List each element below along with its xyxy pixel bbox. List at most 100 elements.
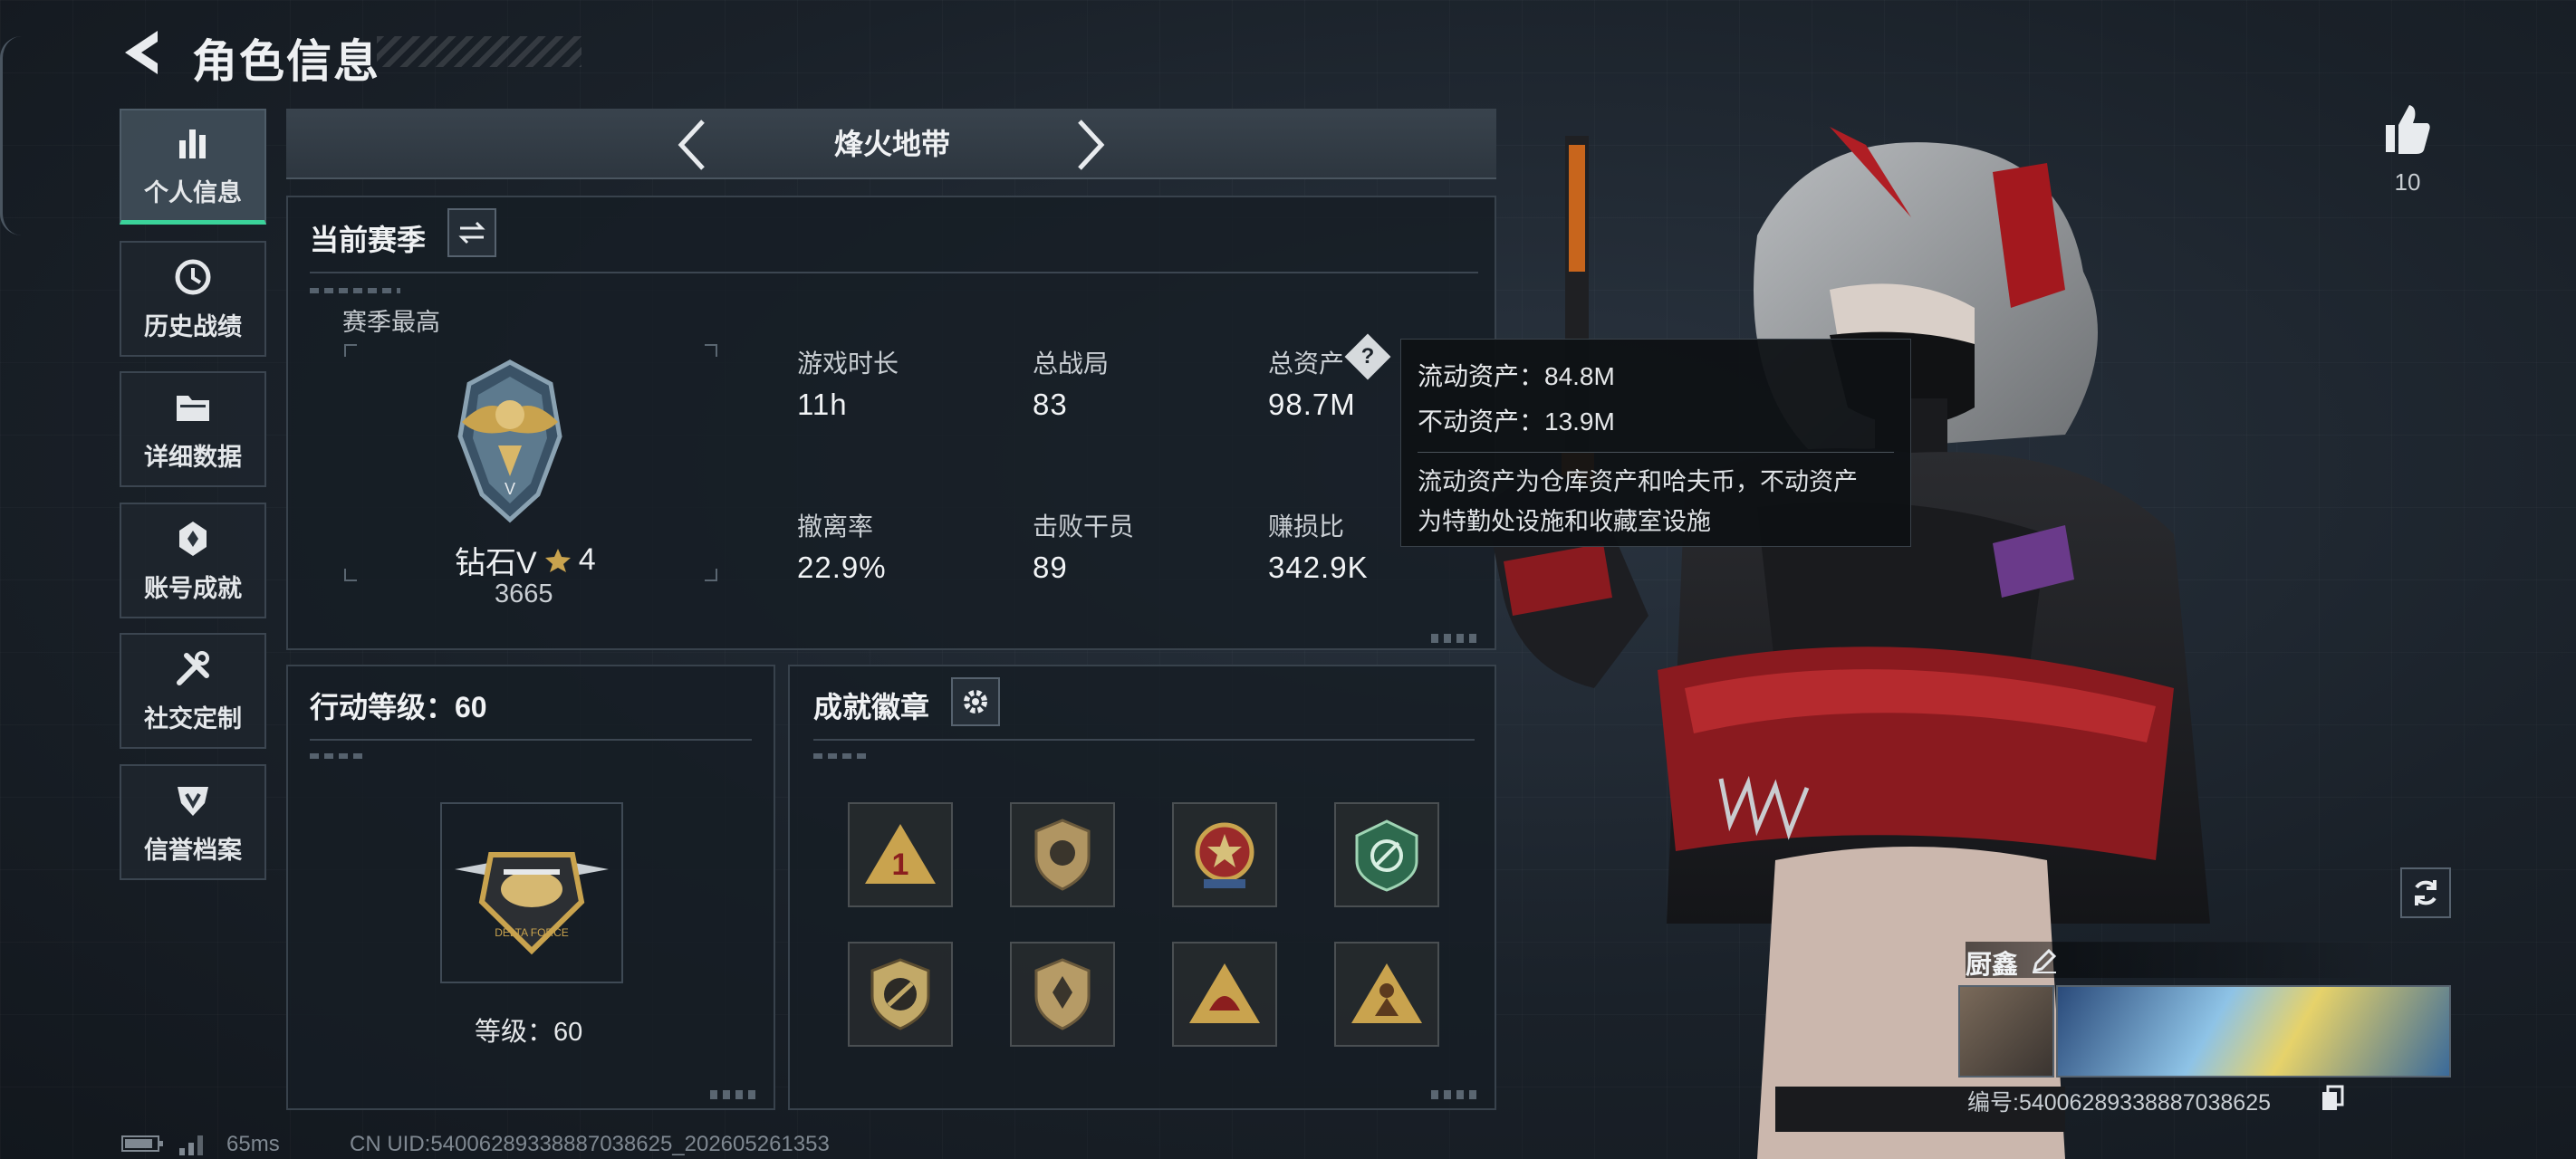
rank-medal-icon: V (457, 359, 562, 523)
edit-icon[interactable] (2031, 947, 2058, 974)
prev-mode-icon[interactable] (674, 118, 710, 172)
folder-icon (177, 395, 209, 421)
rank-points: 3665 (495, 580, 553, 608)
decor-dashes (310, 288, 400, 293)
badge-settings-button[interactable] (951, 677, 1000, 726)
badge-slot[interactable] (1334, 802, 1439, 907)
stat-label: 赚损比 (1268, 512, 1345, 541)
sidebar-item-label: 历史战绩 (144, 312, 242, 340)
sidebar-item-credit[interactable]: 信誉档案 (120, 764, 266, 880)
badge-slot[interactable] (1010, 942, 1115, 1047)
stat-label: 游戏时长 (797, 350, 899, 378)
badge-slot[interactable] (848, 942, 953, 1047)
sidebar-item-label: 社交定制 (144, 704, 242, 733)
sidebar-item-label: 个人信息 (144, 179, 242, 206)
season-best-label: 赛季最高 (342, 309, 440, 336)
credit-icon (178, 786, 208, 816)
svg-text:DELTA FORCE: DELTA FORCE (495, 926, 569, 939)
sidebar-item-label: 账号成就 (144, 574, 242, 602)
badge-slot[interactable] (1172, 802, 1277, 907)
stat-label: 撤离率 (797, 512, 874, 541)
frame-corner (705, 569, 717, 581)
divider (310, 272, 1478, 273)
liquid-assets: 流动资产：84.8M (1418, 362, 1615, 390)
mode-title: 烽火地带 (833, 128, 950, 160)
ping: 65ms (226, 1132, 280, 1156)
stat-value: 83 (1033, 388, 1068, 421)
back-arrow-icon[interactable] (120, 27, 165, 78)
frame-corner (344, 344, 357, 357)
rotate-character-button[interactable] (2400, 867, 2451, 918)
decor-dashes (813, 753, 868, 759)
sidebar-item-history[interactable]: 历史战绩 (120, 241, 266, 357)
fixed-assets: 不动资产：13.9M (1418, 407, 1615, 436)
stat-value: 11h (797, 388, 848, 421)
title-decoration (377, 36, 582, 67)
badge-slot[interactable] (1010, 802, 1115, 907)
page-title: 角色信息 (192, 36, 380, 87)
target-badge-icon (1355, 819, 1418, 892)
badge-slot[interactable]: 1 (848, 802, 953, 907)
sidebar-item-social[interactable]: 社交定制 (120, 633, 266, 749)
decor-dashes (310, 753, 364, 759)
badge-slot[interactable] (1172, 942, 1277, 1047)
sidebar-item-achievements[interactable]: 账号成就 (120, 503, 266, 618)
bar-chart-icon (179, 129, 206, 158)
level-text: 等级：60 (475, 1018, 583, 1047)
thumbs-up-icon[interactable] (2382, 101, 2433, 156)
stat-label: 总资产 (1268, 350, 1345, 378)
sidebar-item-personal-info[interactable]: 个人信息 (120, 109, 266, 225)
season-title: 当前赛季 (310, 224, 427, 256)
crest-badge-icon (1034, 958, 1091, 1030)
uid-text: CN UID:54006289338887038625_202605261353 (350, 1132, 830, 1156)
gear-icon (964, 690, 987, 714)
swap-icon (458, 221, 485, 244)
season-switch-button[interactable] (447, 208, 496, 257)
battery-icon (121, 1135, 163, 1152)
rank-name-row: 钻石V 4 (455, 538, 596, 582)
help-icon: ? (1360, 344, 1375, 369)
star-icon (544, 548, 571, 572)
refresh-icon (2415, 880, 2437, 905)
panel-decoration (710, 1090, 761, 1099)
player-banner[interactable] (2056, 985, 2451, 1078)
tools-icon (177, 650, 209, 685)
avatar[interactable] (1958, 985, 2054, 1078)
copy-icon[interactable] (2321, 1085, 2344, 1112)
stat-label: 总战局 (1033, 350, 1110, 378)
svg-text:1: 1 (892, 848, 909, 882)
sidebar-item-detail-data[interactable]: 详细数据 (120, 371, 266, 487)
asset-tooltip: 流动资产：84.8M 不动资产：13.9M 流动资产为仓库资产和哈夫币，不动资产… (1400, 339, 1911, 547)
player-name: 厨鑫 (1966, 951, 2019, 980)
svg-text:V: V (505, 480, 515, 498)
like-count: 10 (2394, 168, 2421, 196)
rank-one-badge-icon: 1 (865, 824, 936, 884)
rank-stars: 4 (578, 542, 596, 577)
stat-label: 击败干员 (1033, 512, 1135, 541)
sidebar-item-label: 信誉档案 (144, 836, 242, 864)
next-mode-icon[interactable] (1072, 118, 1109, 172)
stat-value: 342.9K (1268, 551, 1369, 584)
blade-shield-badge-icon (870, 958, 930, 1030)
tooltip-divider (1418, 452, 1894, 453)
left-edge-decoration (0, 36, 22, 235)
tooltip-desc-line2: 为特勤处设施和收藏室设施 (1418, 508, 1711, 535)
history-icon (175, 259, 211, 294)
badge-slot[interactable] (1334, 942, 1439, 1047)
stat-value: 98.7M (1268, 388, 1356, 421)
player-id: 编号:54006289338887038625 (1967, 1090, 2272, 1116)
helmet-badge-icon (1189, 963, 1260, 1023)
panel-decoration (1431, 1090, 1482, 1099)
player-name-bar (1966, 942, 2382, 978)
soldier-badge-icon (1351, 963, 1422, 1023)
achievement-icon (179, 521, 207, 556)
badges-title: 成就徽章 (813, 691, 930, 723)
level-emblem-icon: DELTA FORCE (455, 852, 609, 955)
divider (310, 739, 752, 741)
divider (813, 739, 1475, 741)
action-level-title: 行动等级：60 (310, 691, 487, 723)
sidebar-item-label: 详细数据 (144, 443, 242, 471)
signal-icon (179, 1135, 203, 1155)
panel-decoration (1431, 634, 1482, 643)
frame-corner (705, 344, 717, 357)
